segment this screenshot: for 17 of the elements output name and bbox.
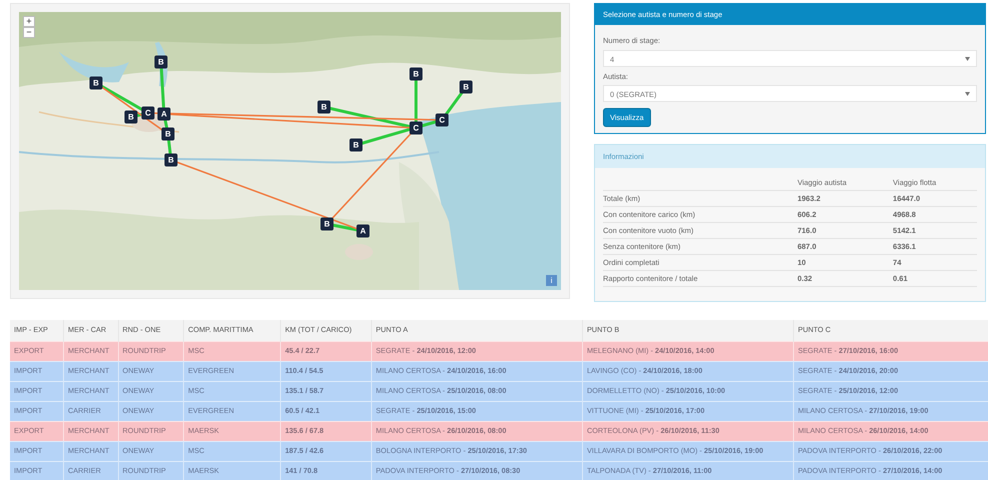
- map-marker[interactable]: B: [154, 56, 168, 68]
- map-marker[interactable]: A: [158, 108, 170, 120]
- zoom-in-button[interactable]: +: [23, 16, 35, 27]
- map-marker[interactable]: C: [142, 106, 154, 120]
- map-marker[interactable]: B: [350, 138, 362, 152]
- map-marker[interactable]: C: [410, 122, 422, 134]
- map-marker[interactable]: A: [356, 224, 370, 238]
- map-marker[interactable]: B: [124, 110, 138, 124]
- map-marker[interactable]: B: [162, 128, 174, 140]
- map-marker[interactable]: C: [436, 114, 448, 126]
- map-marker[interactable]: B: [318, 100, 330, 114]
- map-marker[interactable]: B: [90, 76, 102, 90]
- map-marker[interactable]: B: [410, 68, 422, 80]
- map-marker[interactable]: B: [164, 154, 178, 166]
- map-marker[interactable]: B: [320, 218, 334, 230]
- zoom-out-button[interactable]: −: [23, 27, 35, 38]
- map-marker[interactable]: B: [460, 80, 472, 94]
